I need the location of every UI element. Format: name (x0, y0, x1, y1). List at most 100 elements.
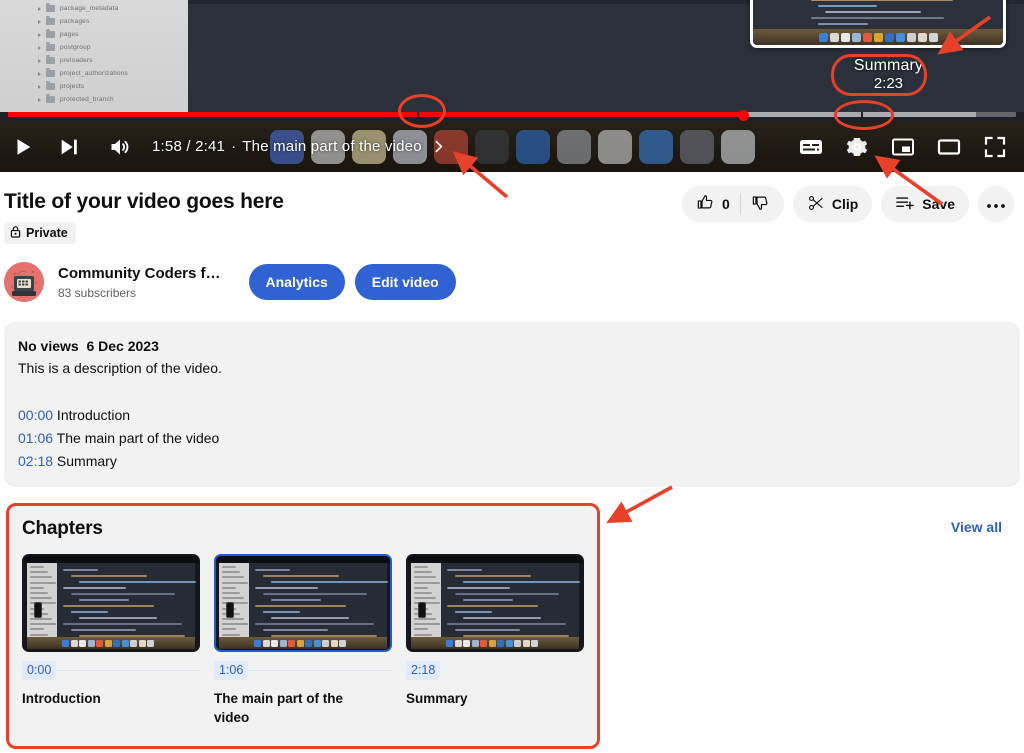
dock-app-icon (906, 32, 916, 42)
dock-app-icon (305, 639, 312, 647)
thumbnail-code-line (455, 611, 492, 613)
chapter-thumbnail[interactable] (22, 554, 200, 652)
player-control-bar: 1:58 / 2:41 · The main part of the video (0, 121, 1024, 172)
dock-app-icon (113, 639, 120, 647)
avatar[interactable] (4, 262, 44, 302)
chapter-divider (417, 112, 419, 117)
dock-app-icon (79, 639, 86, 647)
description-chapter-title: Summary (53, 453, 117, 469)
folder-icon (46, 55, 55, 64)
thumbnail-code-line (63, 623, 182, 625)
dock-app-icon (296, 639, 304, 647)
channel-name[interactable]: Community Coders f… (58, 264, 221, 284)
thumbnail-tree-line (222, 576, 244, 579)
dock-app-icon (330, 639, 338, 647)
thumbnail-titlebar (408, 556, 582, 563)
thumbnail-code-line (263, 593, 367, 595)
theater-button[interactable] (926, 124, 972, 170)
dock-app-icon (840, 32, 850, 42)
dock-app-icon (531, 639, 538, 647)
folder-icon (46, 29, 55, 38)
thumbnail-sidebar (411, 563, 441, 637)
thumbnail-code-line (263, 629, 328, 631)
thumbnail-tree-line (222, 597, 244, 600)
dock-app-icon (917, 32, 927, 42)
volume-button[interactable] (92, 124, 148, 170)
settings-button[interactable] (834, 124, 880, 170)
chapter-timeline: 2:18 (406, 661, 584, 680)
thumbs-up-icon[interactable] (696, 193, 715, 215)
description-panel[interactable]: No views 6 Dec 2023 This is a descriptio… (4, 322, 1020, 487)
chapter-next-icon[interactable] (430, 138, 447, 155)
file-tree-row: project_authorizations (0, 67, 188, 80)
divider (739, 193, 741, 215)
like-count: 0 (722, 196, 730, 212)
dock-app-icon (639, 129, 673, 164)
thumbnail-code-line (447, 605, 538, 607)
miniplayer-button[interactable] (880, 124, 926, 170)
dock-app-icon (471, 639, 479, 647)
privacy-badge-label: Private (26, 226, 68, 240)
chapter-thumbnail[interactable] (406, 554, 584, 652)
thumbnail-phone-overlay (34, 602, 42, 618)
more-actions-button[interactable] (978, 186, 1014, 222)
analytics-button[interactable]: Analytics (248, 264, 345, 300)
chapter-timeline: 0:00 (22, 661, 200, 680)
thumbnail-titlebar (216, 556, 390, 563)
file-tree-label: protected_branch (60, 96, 114, 103)
thumbnail-code-line (63, 587, 126, 589)
current-chapter-label[interactable]: The main part of the video (242, 138, 421, 155)
progress-scrubber[interactable] (738, 109, 750, 121)
chevron-right-icon (38, 71, 41, 76)
view-all-chapters-link[interactable]: View all (951, 519, 1002, 535)
chapter-thumbnail[interactable] (214, 554, 392, 652)
chapter-timestamp[interactable]: 1:06 (214, 661, 249, 680)
thumbnail-code-line (463, 599, 513, 601)
folder-icon (46, 42, 55, 51)
dock-app-icon (829, 32, 839, 42)
progress-bar[interactable] (0, 107, 1024, 121)
chapter-card[interactable]: 1:06 The main part of the video (214, 554, 392, 727)
chapter-card[interactable]: 0:00 Introduction (22, 554, 200, 727)
chapter-card-list: 0:00 Introduction 1:06 The main part of the… (22, 554, 584, 727)
video-meta-section: Title of your video goes here Private Co… (0, 172, 1024, 306)
dock-app-icon (454, 639, 462, 647)
dock-app-icon (104, 639, 112, 647)
chapter-title: The main part of the video (214, 691, 344, 725)
file-tree-label: pages (60, 31, 79, 38)
description-chapter-timestamp[interactable]: 02:18 (18, 453, 53, 469)
thumbs-down-icon[interactable] (751, 193, 770, 215)
thumbnail-code-line (63, 569, 98, 571)
fullscreen-button[interactable] (972, 124, 1018, 170)
edit-video-button[interactable]: Edit video (354, 264, 456, 300)
thumbnail-code-line (271, 599, 321, 601)
seek-tooltip: Summary 2:23 (854, 56, 923, 93)
chapter-timestamp[interactable]: 0:00 (22, 661, 57, 680)
video-player[interactable]: package_metadata packages pages postgroup pr… (0, 0, 1024, 172)
preview-code-line (825, 11, 921, 13)
thumbnail-tree-line (222, 623, 248, 626)
subtitles-button[interactable] (788, 124, 834, 170)
description-chapter-timestamp[interactable]: 01:06 (18, 430, 53, 446)
status-badge: Private (4, 222, 76, 244)
save-button[interactable]: Save (881, 186, 969, 222)
next-button[interactable] (46, 124, 92, 170)
thumbnail-code-line (271, 581, 388, 583)
thumbnail-code-line (71, 611, 108, 613)
preview-code (753, 0, 1003, 29)
description-chapter-timestamp[interactable]: 00:00 (18, 407, 53, 423)
engagement-actions: 0 Clip Save (682, 186, 1014, 222)
time-and-chapter-display: 1:58 / 2:41 · The main part of the video (152, 138, 447, 155)
thumbnail-tree-line (30, 592, 48, 594)
dock-app-icon (818, 32, 828, 42)
chapters-heading: Chapters (22, 518, 103, 539)
add-to-playlist-icon (895, 194, 915, 215)
file-tree-row: postgroup (0, 41, 188, 54)
dock-app-icon (895, 32, 905, 42)
clip-button[interactable]: Clip (792, 186, 873, 222)
play-button[interactable] (0, 124, 46, 170)
thumbnail-tree-line (30, 586, 44, 589)
thumbnail-tree-line (414, 581, 440, 584)
chapter-card[interactable]: 2:18 Summary (406, 554, 584, 727)
chapter-timestamp[interactable]: 2:18 (406, 661, 441, 680)
